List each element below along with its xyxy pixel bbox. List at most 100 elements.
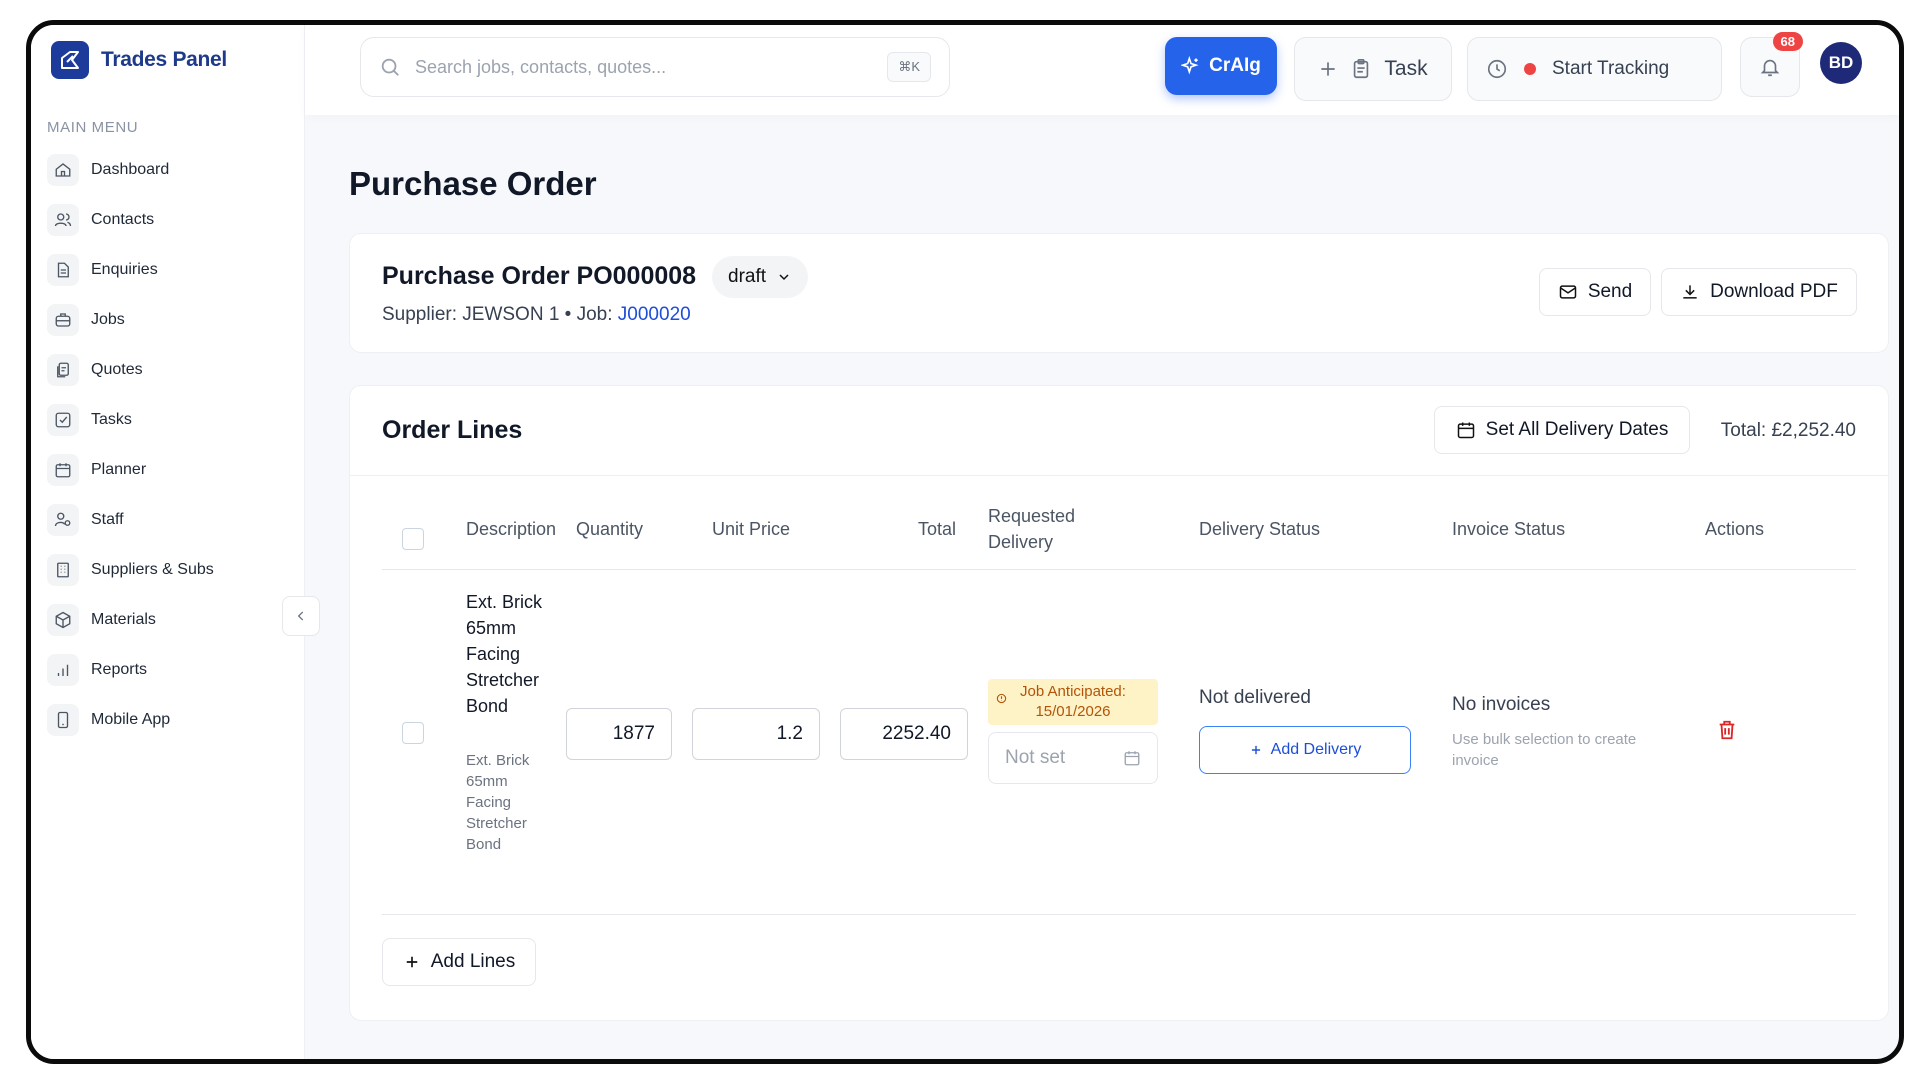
users-icon <box>47 204 79 236</box>
main-content: Purchase Order Purchase Order PO000008 d… <box>305 115 1899 1059</box>
download-pdf-button[interactable]: Download PDF <box>1661 268 1857 316</box>
delivery-date-picker[interactable]: Not set <box>988 732 1158 784</box>
purchase-order-header-card: Purchase Order PO000008 draft Supplier: … <box>349 233 1889 353</box>
sidebar-item-tasks[interactable]: Tasks <box>43 395 293 445</box>
brand[interactable]: Trades Panel <box>51 41 227 79</box>
quantity-input[interactable] <box>566 708 672 760</box>
column-header-unit-price[interactable]: Unit Price <box>712 516 790 542</box>
order-lines-header: Order Lines Set All Delivery Dates Total… <box>350 386 1888 476</box>
collapse-sidebar-button[interactable] <box>282 596 320 636</box>
recording-dot-icon <box>1524 63 1536 75</box>
line-description: Ext. Brick 65mm Facing Stretcher Bond <box>466 592 543 716</box>
unit-price-input[interactable] <box>692 708 820 760</box>
invoice-hint-text: Use bulk selection to create invoice <box>1452 731 1637 769</box>
plus-icon <box>406 956 417 968</box>
warning-icon <box>996 693 1007 704</box>
search-shortcut-hint: ⌘K <box>887 52 931 82</box>
sidebar-item-planner[interactable]: Planner <box>43 445 293 495</box>
ai-assistant-label: CrAIg <box>1209 55 1261 76</box>
sidebar-item-dashboard[interactable]: Dashboard <box>43 145 293 195</box>
sidebar-item-label: Jobs <box>91 311 125 328</box>
status-dropdown[interactable]: draft <box>712 256 809 298</box>
job-link[interactable]: J000020 <box>618 304 691 325</box>
order-lines-title: Order Lines <box>382 416 523 444</box>
sidebar-item-mobile-app[interactable]: Mobile App <box>43 695 293 745</box>
sidebar-item-enquiries[interactable]: Enquiries <box>43 245 293 295</box>
send-button[interactable]: Send <box>1539 268 1651 316</box>
delivery-date-placeholder: Not set <box>1005 747 1066 768</box>
search-icon <box>381 58 399 76</box>
start-tracking-label: Start Tracking <box>1552 58 1670 79</box>
briefcase-icon <box>47 304 79 336</box>
main-menu: Dashboard Contacts Enquiries Jobs Quotes… <box>43 145 293 745</box>
sidebar-item-materials[interactable]: Materials <box>43 595 293 645</box>
menu-section-title: MAIN MENU <box>47 119 139 136</box>
job-anticipated-text: Job Anticipated: 15/01/2026 <box>1020 683 1126 720</box>
smartphone-icon <box>47 704 79 736</box>
download-pdf-label: Download PDF <box>1710 281 1838 302</box>
column-header-quantity[interactable]: Quantity <box>576 516 643 542</box>
sidebar-item-label: Enquiries <box>91 261 158 278</box>
brand-name: Trades Panel <box>101 48 227 71</box>
purchase-order-meta: Supplier: JEWSON 1 • Job: J000020 <box>382 304 691 326</box>
brand-logo-icon <box>51 41 89 79</box>
clock-icon <box>1487 59 1507 79</box>
download-icon <box>1683 285 1697 299</box>
delete-line-button[interactable] <box>1716 719 1738 746</box>
checkbox-icon <box>47 404 79 436</box>
column-header-total[interactable]: Total <box>906 516 956 542</box>
building-icon <box>47 554 79 586</box>
calendar-icon <box>1124 751 1140 766</box>
send-label: Send <box>1587 281 1633 302</box>
sidebar-item-label: Materials <box>91 611 156 628</box>
plus-icon <box>1251 745 1260 755</box>
add-delivery-button[interactable]: Add Delivery <box>1199 726 1411 774</box>
table-header-divider <box>382 569 1856 570</box>
select-all-checkbox[interactable] <box>402 528 424 550</box>
plus-icon <box>1321 62 1336 76</box>
notifications-button[interactable]: 68 <box>1740 32 1803 97</box>
search-input[interactable] <box>415 56 888 78</box>
bar-chart-icon <box>47 654 79 686</box>
status-value: draft <box>728 266 767 287</box>
column-header-requested-delivery[interactable]: Requested Delivery <box>988 503 1098 555</box>
sidebar-item-label: Mobile App <box>91 711 171 728</box>
staff-icon <box>47 504 79 536</box>
sidebar: Trades Panel MAIN MENU Dashboard Contact… <box>31 25 305 1059</box>
column-header-invoice-status[interactable]: Invoice Status <box>1452 516 1565 542</box>
column-header-actions: Actions <box>1705 519 1765 539</box>
sidebar-item-staff[interactable]: Staff <box>43 495 293 545</box>
home-icon <box>47 154 79 186</box>
new-task-button[interactable]: Task <box>1294 37 1452 101</box>
search-bar[interactable]: ⌘K <box>360 37 950 97</box>
delivery-status-text: Not delivered <box>1199 687 1311 708</box>
column-header-description[interactable]: Description <box>466 516 556 542</box>
order-lines-card: Order Lines Set All Delivery Dates Total… <box>349 385 1889 1021</box>
column-header-delivery-status[interactable]: Delivery Status <box>1199 516 1320 542</box>
sidebar-item-label: Planner <box>91 461 147 478</box>
row-select-checkbox[interactable] <box>402 722 424 744</box>
sidebar-item-quotes[interactable]: Quotes <box>43 345 293 395</box>
add-delivery-label: Add Delivery <box>1270 741 1362 758</box>
topbar: ⌘K CrAIg Task Start Tracking 68 BD <box>305 25 1899 115</box>
sidebar-item-contacts[interactable]: Contacts <box>43 195 293 245</box>
mail-icon <box>1559 285 1577 299</box>
line-description-sub: Ext. Brick 65mm Facing Stretcher Bond <box>466 752 530 853</box>
sidebar-item-reports[interactable]: Reports <box>43 645 293 695</box>
page-title: Purchase Order <box>349 165 597 202</box>
user-avatar[interactable]: BD <box>1820 42 1862 84</box>
line-total-input[interactable] <box>840 708 968 760</box>
sidebar-item-label: Reports <box>91 661 148 678</box>
sidebar-item-suppliers-subs[interactable]: Suppliers & Subs <box>43 545 293 595</box>
quote-icon <box>47 354 79 386</box>
job-anticipated-badge: Job Anticipated: 15/01/2026 <box>988 679 1158 725</box>
calendar-icon <box>47 454 79 486</box>
ai-assistant-button[interactable]: CrAIg <box>1165 37 1277 95</box>
add-lines-button[interactable]: Add Lines <box>382 938 536 986</box>
start-tracking-button[interactable]: Start Tracking <box>1467 37 1722 101</box>
sidebar-item-label: Quotes <box>91 361 143 378</box>
sidebar-item-label: Staff <box>91 511 124 528</box>
set-all-delivery-dates-button[interactable]: Set All Delivery Dates <box>1434 406 1690 454</box>
sparkles-icon <box>1181 56 1199 75</box>
sidebar-item-jobs[interactable]: Jobs <box>43 295 293 345</box>
